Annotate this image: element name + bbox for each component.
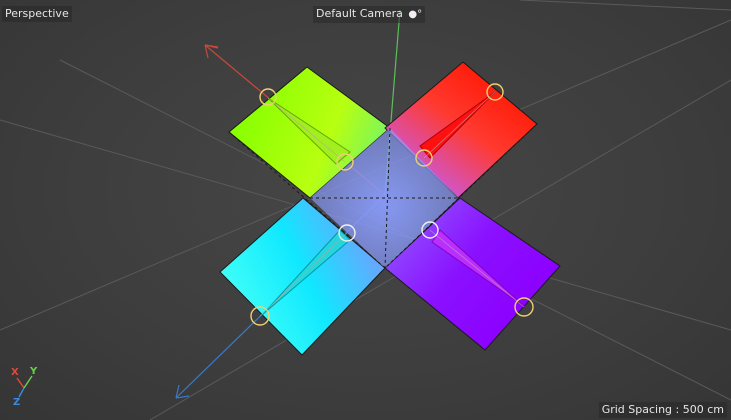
axis-gizmo	[16, 375, 33, 398]
axis-y-label: Y	[30, 366, 38, 377]
camera-icon[interactable]: ●°	[408, 8, 422, 22]
camera-menu[interactable]: Default Camera ●°	[313, 6, 426, 23]
grid-line	[519, 0, 731, 11]
axis-x-label: X	[11, 367, 19, 378]
grid-spacing-readout: Grid Spacing : 500 cm	[598, 402, 727, 418]
view-name-label[interactable]: Perspective	[2, 6, 72, 22]
axis-z-label: Z	[13, 397, 21, 408]
camera-name-label: Default Camera	[316, 7, 403, 20]
viewport-3d[interactable]: Perspective Default Camera ●° X Y Z Grid…	[0, 0, 731, 420]
scene-canvas[interactable]	[0, 0, 731, 420]
